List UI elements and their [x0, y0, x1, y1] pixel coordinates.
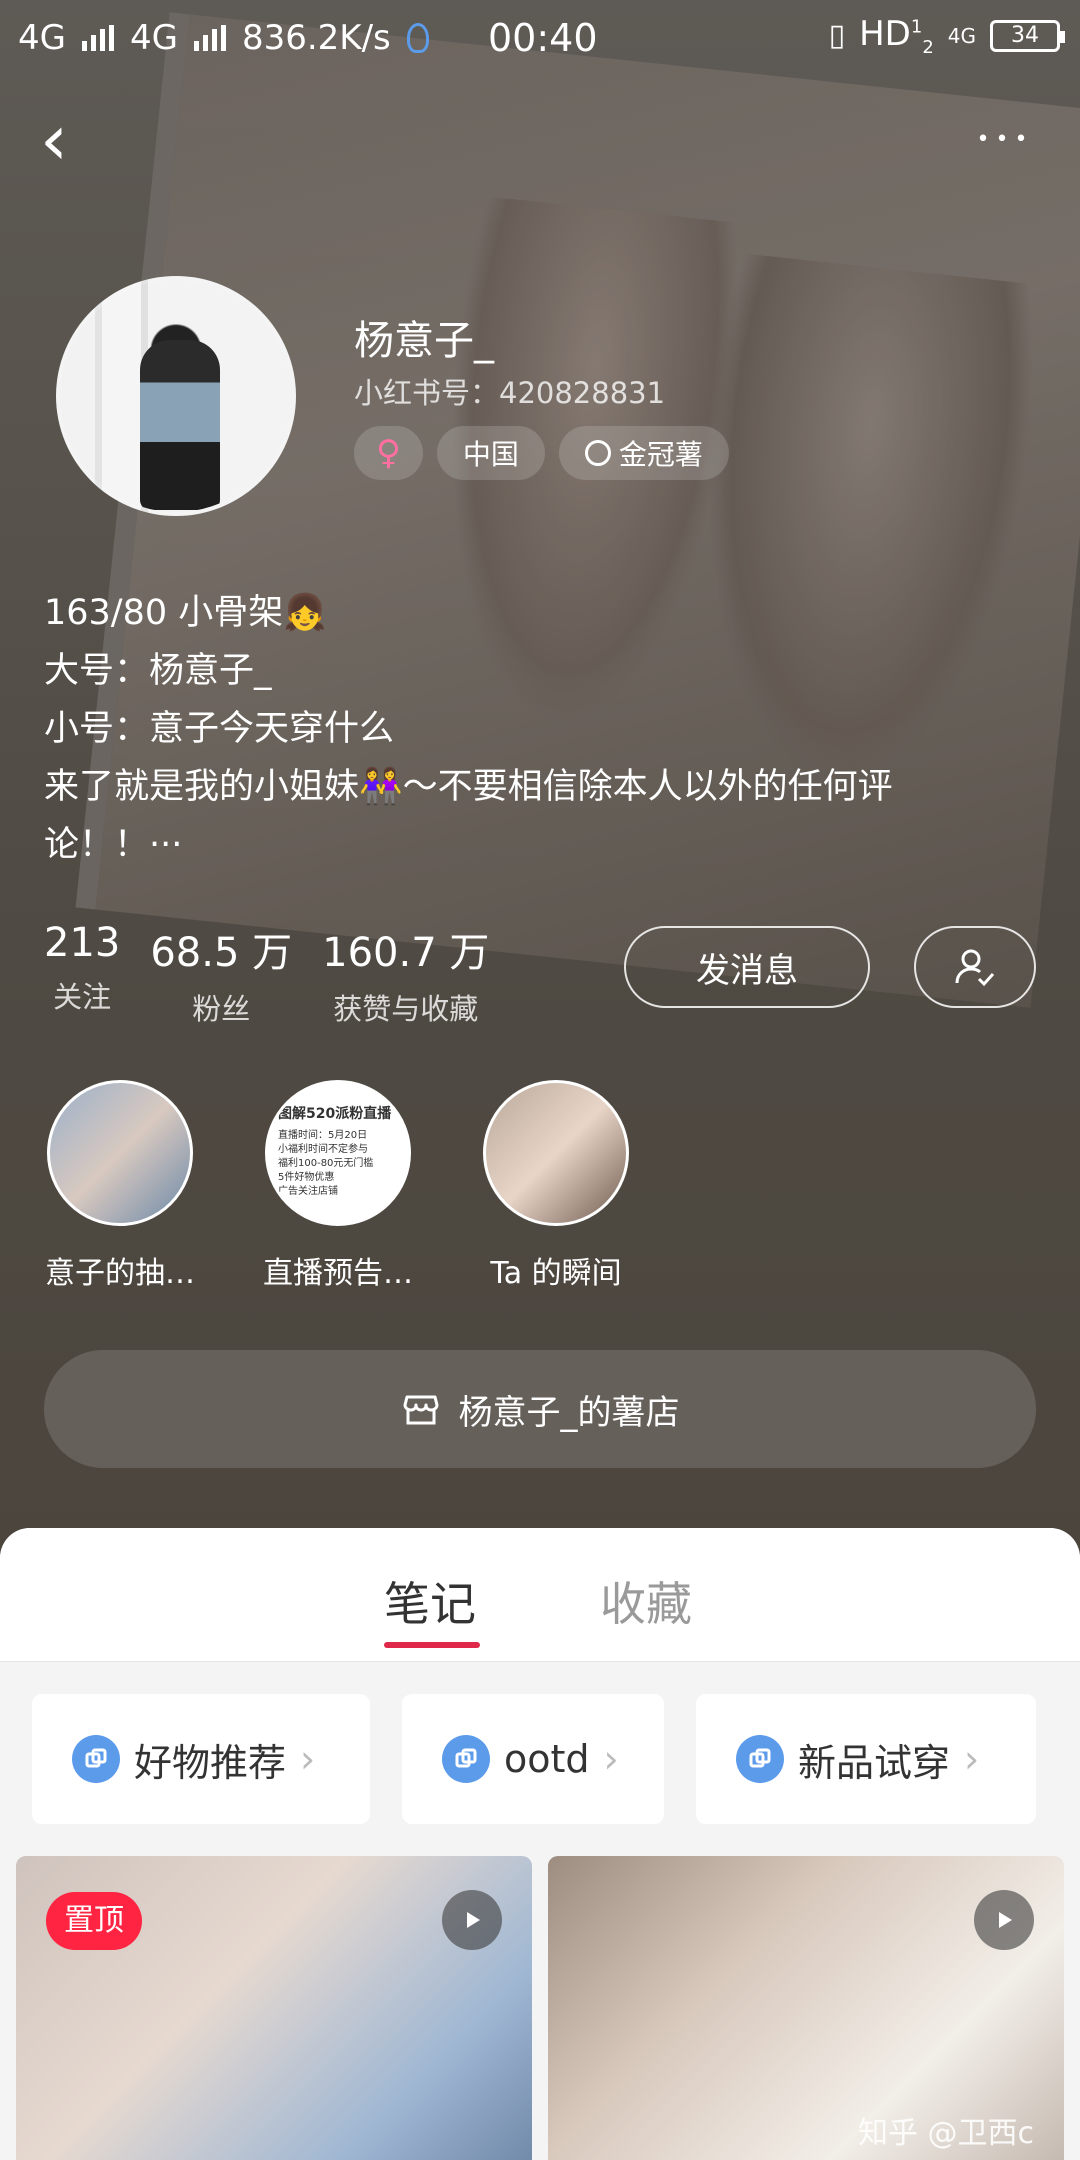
highlight-caption: 直播预告… [263, 1256, 413, 1291]
bio-line: 来了就是我的小姐妹👭～不要相信除本人以外的任何评 [44, 767, 893, 807]
highlight-item[interactable]: 图解520派粉直播 直播时间：5月20日 小福利时间不定参与 福利100-80元… [248, 1080, 428, 1292]
signal-icon-2 [193, 25, 226, 51]
stat-value: 68.5 万 [150, 930, 293, 976]
battery-icon: 34 [990, 19, 1065, 52]
user-check-icon [955, 949, 995, 987]
vibrate-icon: ▯ [828, 18, 846, 54]
more-options-icon[interactable]: ••• [970, 110, 1040, 170]
chevron-right-icon: › [603, 1737, 619, 1781]
bio-line: 论！！··· [44, 825, 183, 865]
collection-row: 好物推荐 › ootd › 新品试穿 › [0, 1694, 1080, 1824]
collection-label: ootd [504, 1737, 590, 1781]
stat-likes-collects[interactable]: 160.7 万 获赞与收藏 [322, 920, 489, 1028]
clock: 00:40 [488, 16, 598, 60]
stat-label: 粉丝 [192, 992, 251, 1026]
highlight-item[interactable]: 意子的抽… [30, 1080, 210, 1292]
gender-female-icon: ♀ [354, 426, 423, 480]
chevron-right-icon: › [964, 1737, 980, 1781]
video-play-icon [442, 1890, 502, 1950]
collection-card[interactable]: 新品试穿 › [696, 1694, 1036, 1824]
highlights-row: 意子的抽… 图解520派粉直播 直播时间：5月20日 小福利时间不定参与 福利1… [30, 1080, 646, 1292]
collection-card[interactable]: 好物推荐 › [32, 1694, 370, 1824]
stat-value: 160.7 万 [322, 930, 490, 976]
store-label: 杨意子_的薯店 [458, 1392, 680, 1433]
highlight-caption: Ta 的瞬间 [490, 1256, 622, 1291]
highlight-item[interactable]: Ta 的瞬间 [466, 1080, 646, 1292]
video-play-icon [974, 1890, 1034, 1950]
status-bar: 4G 4G 836.2K/s 00:40 ▯ HD12 4G 34 [0, 0, 1080, 76]
collection-icon [736, 1735, 784, 1783]
pinned-badge: 置顶 [46, 1892, 142, 1950]
network-speed: 836.2K/s [241, 18, 391, 58]
level-tag[interactable]: 金冠薯 [558, 426, 729, 480]
red-id: 小红书号：420828831 [354, 376, 666, 410]
stat-following[interactable]: 213 关注 [44, 920, 120, 1028]
watermark: 知乎 @卫西c [857, 2116, 1034, 2151]
profile-tags: ♀ 中国 金冠薯 [354, 426, 729, 480]
note-card[interactable]: 知乎 @卫西c [548, 1856, 1064, 2160]
back-icon[interactable]: ‹ [40, 100, 100, 180]
highlight-cover [47, 1080, 193, 1226]
app-notification-icon [406, 23, 429, 53]
tab-notes[interactable]: 笔记 [384, 1568, 476, 1634]
stat-label: 关注 [53, 980, 112, 1014]
signal-icon-1 [81, 25, 114, 51]
bio-line: 163/80 小骨架👧 [44, 593, 327, 633]
level-label: 金冠薯 [618, 438, 703, 471]
collection-icon [72, 1735, 120, 1783]
network-type-2: 4G [129, 18, 178, 58]
active-tab-indicator [384, 1642, 480, 1648]
highlight-cover: 图解520派粉直播 直播时间：5月20日 小福利时间不定参与 福利100-80元… [265, 1080, 411, 1226]
network-type-1: 4G [18, 18, 66, 58]
medal-icon [584, 440, 611, 466]
collection-icon [442, 1735, 490, 1783]
tab-bar: 笔记 收藏 [0, 1528, 1080, 1662]
bio-line: 大号：杨意子_ [44, 651, 272, 691]
content-sheet: 笔记 收藏 好物推荐 › ootd › 新品试穿 › 置顶 知乎 @卫西c [0, 1528, 1080, 2160]
hd-indicator: HD12 [859, 14, 934, 58]
highlight-caption: 意子的抽… [45, 1256, 195, 1291]
chevron-right-icon: › [300, 1737, 316, 1781]
collection-label: 好物推荐 [134, 1740, 287, 1785]
profile-name: 杨意子_ [354, 318, 494, 364]
stat-followers[interactable]: 68.5 万 粉丝 [150, 920, 292, 1028]
store-button[interactable]: 杨意子_的薯店 [44, 1350, 1036, 1468]
stat-value: 213 [44, 920, 121, 966]
store-icon [403, 1395, 438, 1425]
bio-line: 小号：意子今天穿什么 [44, 709, 395, 749]
location-tag: 中国 [436, 426, 545, 480]
bio[interactable]: 163/80 小骨架👧 大号：杨意子_ 小号：意子今天穿什么 来了就是我的小姐妹… [44, 584, 1044, 874]
highlight-cover [483, 1080, 629, 1226]
stat-label: 获赞与收藏 [333, 992, 479, 1026]
avatar[interactable] [56, 276, 296, 516]
profile-stats: 213 关注 68.5 万 粉丝 160.7 万 获赞与收藏 [44, 920, 489, 1028]
send-message-button[interactable]: 发消息 [624, 926, 870, 1008]
note-card[interactable]: 置顶 [16, 1856, 532, 2160]
collection-card[interactable]: ootd › [402, 1694, 664, 1824]
collection-label: 新品试穿 [798, 1740, 951, 1785]
tab-collections[interactable]: 收藏 [600, 1568, 692, 1634]
network-4g-icon: 4G [947, 23, 976, 48]
followed-button[interactable] [914, 926, 1036, 1008]
